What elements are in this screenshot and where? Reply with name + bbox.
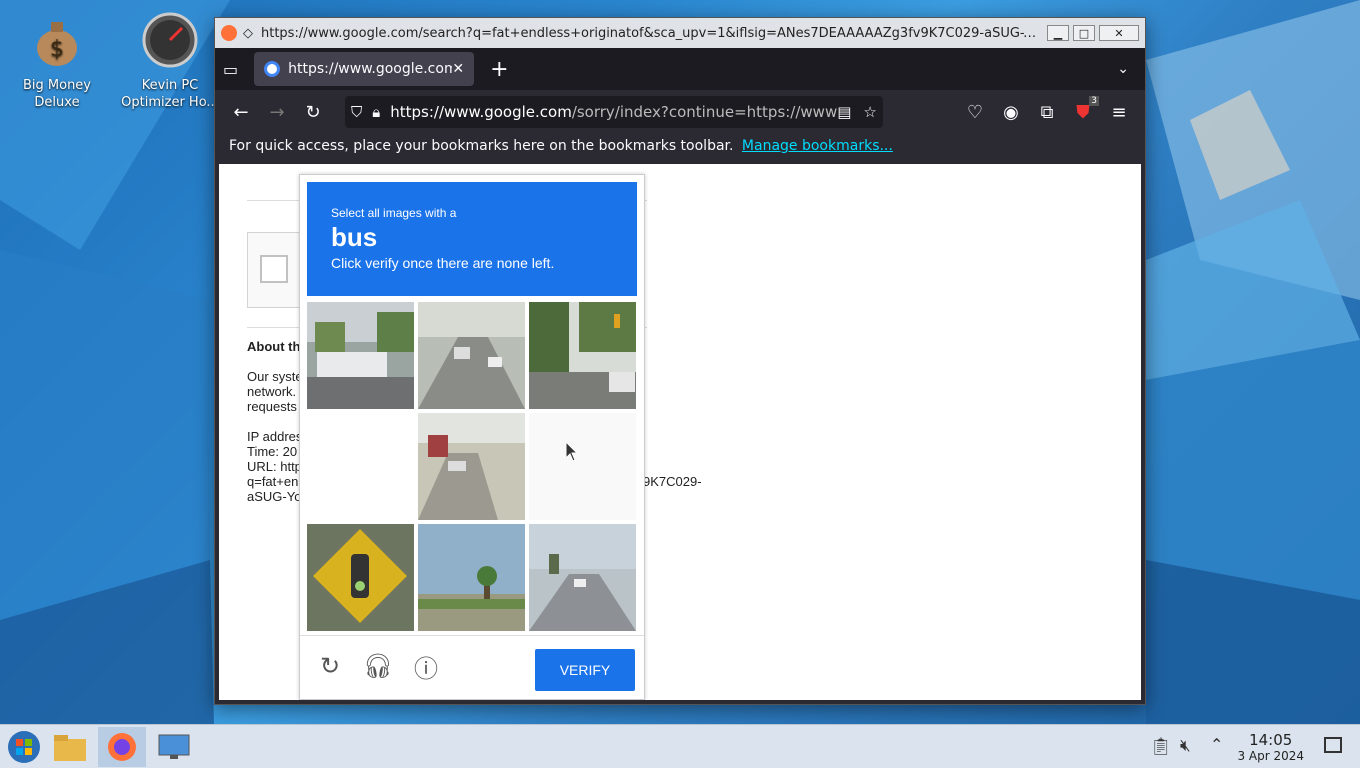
captcha-instruction: Select all images with a: [331, 206, 457, 220]
taskbar-system-app[interactable]: [152, 727, 196, 767]
nav-toolbar: ← → ↻ ⛉ 🔒︎ https://www.google.com/sorry/…: [215, 90, 1145, 134]
captcha-tile[interactable]: [418, 524, 525, 631]
url-path: /sorry/index?continue=https://www: [571, 103, 838, 121]
reload-challenge-icon[interactable]: ↻: [314, 650, 346, 682]
tab-google[interactable]: https://www.google.com/ ✕: [254, 52, 475, 86]
start-menu-button[interactable]: [2, 727, 46, 767]
captcha-target: bus: [331, 222, 378, 252]
tab-label: https://www.google.com/: [288, 61, 453, 77]
captcha-footer: ↻ 🎧︎ ⓘ VERIFY: [300, 635, 644, 700]
taskbar-file-manager[interactable]: [48, 727, 92, 767]
windows-logo-icon: [8, 731, 40, 763]
show-desktop-icon[interactable]: [1324, 737, 1342, 753]
taskbar-firefox[interactable]: [98, 727, 146, 767]
clock[interactable]: 14:05 3 Apr 2024: [1237, 731, 1304, 763]
info-icon[interactable]: ⓘ: [410, 650, 442, 683]
page-line: network.: [247, 384, 297, 399]
maximize-button[interactable]: □: [1073, 25, 1095, 41]
tab-overview-icon[interactable]: ▭: [223, 60, 238, 79]
page-line: requests: [247, 399, 297, 414]
ip-line: IP addres: [247, 429, 303, 444]
url-domain: https://www.google.com: [390, 103, 572, 121]
clock-time: 14:05: [1249, 731, 1293, 749]
shield-icon[interactable]: ⛉: [351, 103, 362, 121]
tab-close-icon[interactable]: ✕: [452, 61, 464, 77]
query-line-tail: 9K7C029-: [643, 474, 702, 489]
list-tabs-icon[interactable]: ⌄: [1117, 61, 1129, 77]
browser-window: ◇ https://www.google.com/search?q=fat+en…: [214, 17, 1146, 705]
address-bar[interactable]: ⛉ 🔒︎ https://www.google.com/sorry/index?…: [345, 96, 883, 128]
time-line: Time: 20: [247, 444, 298, 459]
manage-bookmarks-link[interactable]: Manage bookmarks...: [742, 138, 893, 154]
captcha-tile[interactable]: [529, 302, 636, 409]
menu-icon[interactable]: ≡: [1101, 96, 1137, 128]
query-line: q=fat+en: [247, 474, 299, 489]
page-line: Our syste: [247, 369, 303, 384]
bookmarks-toolbar: For quick access, place your bookmarks h…: [215, 134, 1145, 164]
recaptcha-checkbox[interactable]: [260, 255, 288, 283]
ublock-icon[interactable]: ⛊ 3: [1065, 96, 1101, 128]
captcha-tile[interactable]: [307, 524, 414, 631]
clock-date: 3 Apr 2024: [1237, 749, 1304, 763]
money-bag-icon: $: [37, 22, 77, 66]
recaptcha-box: [247, 232, 307, 308]
minimize-button[interactable]: ▁: [1047, 25, 1069, 41]
window-titlebar[interactable]: ◇ https://www.google.com/search?q=fat+en…: [215, 18, 1145, 48]
captcha-hint: Click verify once there are none left.: [331, 255, 555, 271]
tab-bar: ▭ https://www.google.com/ ✕ + ⌄: [215, 48, 1145, 90]
captcha-challenge: Select all images with a bus Click verif…: [299, 174, 645, 700]
extensions-icon[interactable]: ⧉: [1029, 96, 1065, 128]
desktop-icon-big-money[interactable]: $ Big Money Deluxe: [7, 12, 107, 111]
pin-icon[interactable]: ◇: [243, 26, 253, 41]
captcha-tile[interactable]: [418, 413, 525, 520]
page-content: About th Our syste network. requests IP …: [219, 164, 1141, 700]
audio-challenge-icon[interactable]: 🎧︎: [362, 650, 394, 682]
back-button[interactable]: ←: [223, 96, 259, 128]
taskbar: 📋︎ 🔇︎ ⌃ 14:05 3 Apr 2024: [0, 724, 1360, 768]
desktop-icon-label: Deluxe: [34, 95, 80, 110]
verify-button[interactable]: VERIFY: [535, 649, 635, 691]
lock-icon[interactable]: 🔒︎: [372, 103, 380, 121]
pocket-icon[interactable]: ♡: [957, 96, 993, 128]
google-favicon-icon: [264, 61, 281, 77]
forward-button[interactable]: →: [259, 96, 295, 128]
close-button[interactable]: ✕: [1099, 25, 1139, 41]
volume-muted-icon[interactable]: 🔇︎: [1180, 736, 1191, 756]
captcha-tile[interactable]: [529, 524, 636, 631]
tray-expand-icon[interactable]: ⌃: [1210, 735, 1223, 754]
captcha-tile[interactable]: [307, 302, 414, 409]
window-title: https://www.google.com/search?q=fat+endl…: [261, 25, 1043, 41]
extension-badge: 3: [1089, 96, 1099, 106]
reload-button[interactable]: ↻: [295, 96, 331, 128]
captcha-header: Select all images with a bus Click verif…: [307, 182, 637, 296]
clipboard-icon[interactable]: 📋︎: [1150, 737, 1172, 757]
desktop-icon-label: Big Money: [22, 78, 91, 93]
bookmarks-message: For quick access, place your bookmarks h…: [229, 138, 734, 154]
firefox-icon: [108, 733, 136, 761]
desktop-icon-label: Optimizer Ho...: [121, 95, 219, 110]
captcha-tile-empty[interactable]: [529, 413, 636, 520]
url-line: URL: http: [247, 459, 302, 474]
folder-icon: [54, 735, 86, 761]
desktop-icon-kevin-pc-optimizer[interactable]: Kevin PC Optimizer Ho...: [120, 12, 220, 111]
svg-text:$: $: [50, 37, 64, 62]
mouse-cursor-icon: [566, 442, 579, 462]
reader-view-icon[interactable]: ▤: [837, 103, 851, 121]
account-icon[interactable]: ◉: [993, 96, 1029, 128]
new-tab-button[interactable]: +: [490, 57, 508, 82]
monitor-icon: [158, 734, 190, 759]
about-heading: About th: [247, 339, 301, 354]
desktop-icon-label: Kevin PC: [141, 78, 199, 93]
gauge-icon: [142, 12, 198, 68]
firefox-icon: [221, 25, 237, 41]
query-line: aSUG-Yo: [247, 489, 302, 504]
captcha-tile-empty[interactable]: [307, 413, 414, 520]
bookmark-star-icon[interactable]: ☆: [863, 103, 876, 121]
captcha-tile[interactable]: [418, 302, 525, 409]
